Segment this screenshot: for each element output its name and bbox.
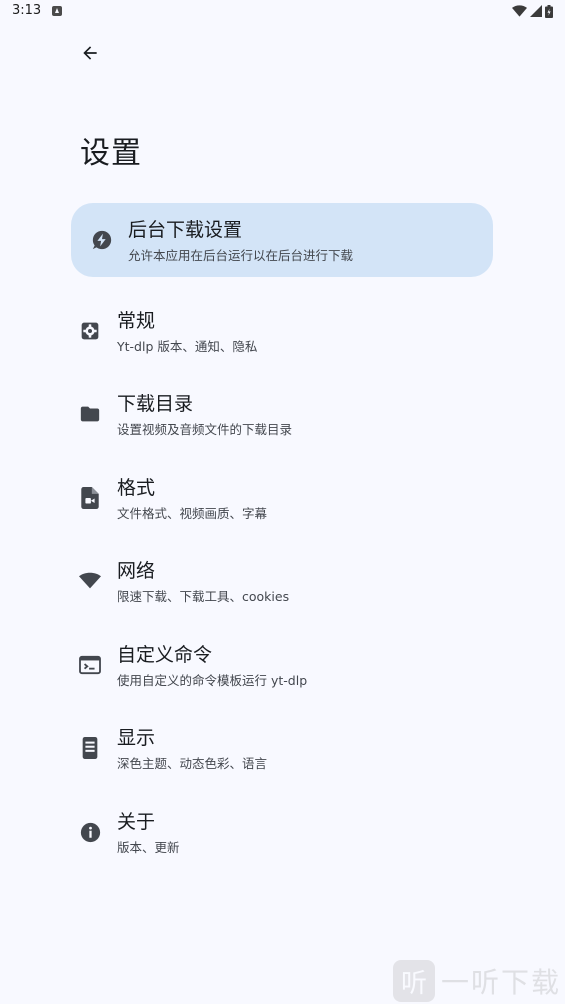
status-time: 3:13	[12, 3, 42, 18]
signal-icon	[530, 5, 542, 17]
settings-item-about[interactable]: 关于 版本、更新	[71, 795, 493, 869]
page-title: 设置	[80, 136, 142, 171]
wifi-status-icon	[512, 5, 527, 17]
settings-item-title: 关于	[117, 811, 156, 833]
settings-item-custom-command[interactable]: 自定义命令 使用自定义的命令模板运行 yt-dlp	[71, 628, 493, 702]
settings-item-subtitle: Yt-dlp 版本、通知、隐私	[117, 339, 258, 354]
settings-item-title: 网络	[117, 560, 156, 582]
watermark-text: 一听下载	[440, 966, 561, 999]
wifi-icon	[79, 570, 101, 592]
notification-icon	[52, 6, 62, 16]
battery-icon	[545, 4, 553, 18]
settings-item-general[interactable]: 常规 Yt-dlp 版本、通知、隐私	[71, 294, 493, 368]
settings-item-subtitle: 深色主题、动态色彩、语言	[117, 756, 268, 771]
settings-item-subtitle: 文件格式、视频画质、字幕	[117, 506, 268, 521]
terminal-icon	[79, 654, 101, 676]
settings-item-subtitle: 允许本应用在后台运行以在后台进行下载	[128, 248, 354, 263]
arrow-left-icon	[83, 46, 97, 60]
watermark: 听 一听下载	[392, 960, 561, 1002]
display-icon	[79, 737, 101, 759]
video-file-icon	[79, 487, 101, 509]
settings-item-network[interactable]: 网络 限速下载、下载工具、cookies	[71, 544, 493, 618]
settings-item-title: 后台下载设置	[128, 219, 243, 241]
settings-item-display[interactable]: 显示 深色主题、动态色彩、语言	[71, 711, 493, 785]
settings-item-subtitle: 设置视频及音频文件的下载目录	[117, 422, 293, 437]
settings-item-background-download[interactable]: 后台下载设置 允许本应用在后台运行以在后台进行下载	[71, 203, 493, 277]
settings-item-title: 显示	[117, 727, 156, 749]
info-icon	[79, 821, 101, 843]
settings-item-title: 下载目录	[117, 393, 194, 415]
settings-screen: 3:13 设置 后台下载设置 允许本应用在后台运行以在后台进行下载 常规 Yt-…	[0, 0, 565, 1004]
settings-item-subtitle: 限速下载、下载工具、cookies	[117, 589, 290, 604]
settings-item-title: 自定义命令	[117, 644, 213, 666]
gear-icon	[79, 320, 101, 342]
back-button[interactable]	[70, 33, 110, 73]
settings-item-title: 格式	[117, 477, 156, 499]
background-download-icon	[91, 229, 113, 251]
status-icons	[512, 4, 553, 18]
settings-item-format[interactable]: 格式 文件格式、视频画质、字幕	[71, 461, 493, 535]
settings-item-subtitle: 使用自定义的命令模板运行 yt-dlp	[117, 673, 308, 688]
watermark-logo: 听	[392, 960, 435, 1002]
status-bar: 3:13	[0, 0, 565, 24]
folder-icon	[79, 403, 101, 425]
settings-item-download-directory[interactable]: 下载目录 设置视频及音频文件的下载目录	[71, 377, 493, 451]
settings-item-subtitle: 版本、更新	[117, 840, 180, 855]
settings-item-title: 常规	[117, 310, 156, 332]
